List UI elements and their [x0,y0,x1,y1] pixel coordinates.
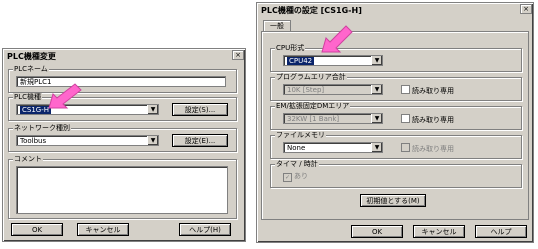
readonly-checkbox-1[interactable]: 読み取り専用 [401,85,454,96]
cpu-type-group: CPU形式 CPU42 ▼ [270,44,522,72]
network-type-label: ネットワーク種別 [13,124,71,133]
help-button[interactable]: ヘルプ [475,225,527,238]
file-memory-select[interactable]: None ▼ [283,142,383,153]
timer-clock-group: タイマ / 時計 ✓ あり [270,160,522,188]
cpu-type-label: CPU形式 [275,44,306,53]
plc-model-settings-dialog: PLC機種の設定 [CS1G-H] × 一般 CPU形式 CPU42 ▼ プログ… [256,2,534,243]
chevron-down-icon[interactable]: ▼ [371,56,382,65]
cancel-button[interactable]: キャンセル [413,225,465,238]
help-button[interactable]: ヘルプ(H) [179,223,231,236]
timer-clock-label: タイマ / 時計 [275,160,319,169]
chevron-down-icon[interactable]: ▼ [371,143,382,152]
em-area-group: EM/拡張固定DMエリア 32KW [1 Bank] ▼ 読み取り専用 [270,102,522,130]
chevron-down-icon[interactable]: ▼ [147,105,158,114]
pointer-arrow-icon [321,25,353,53]
network-type-select[interactable]: Toolbus ▼ [16,135,159,146]
em-area-select[interactable]: 32KW [1 Bank] ▼ [283,113,383,124]
close-icon[interactable]: × [520,4,532,14]
ok-button[interactable]: OK [351,225,403,238]
initialize-button[interactable]: 初期値とする(M) [360,194,426,207]
comment-label: コメント [13,155,43,164]
dialog-title: PLC機種の設定 [CS1G-H] [259,5,531,16]
program-area-select[interactable]: 10K [Step] ▼ [283,84,383,95]
dialog-title: PLC機種変更 [5,51,243,62]
comment-textarea[interactable] [16,166,228,214]
plc-model-label: PLC機種 [13,93,43,102]
program-area-label: プログラムエリア合計 [275,73,347,82]
close-icon[interactable]: × [232,50,244,60]
comment-group: コメント [8,155,237,219]
readonly-checkbox-3[interactable]: 読み取り専用 [401,143,454,154]
general-tab-panel: CPU形式 CPU42 ▼ プログラムエリア合計 10K [Step] ▼ 読み… [261,31,529,220]
file-memory-group: ファイルメモリ None ▼ 読み取り専用 [270,131,522,159]
chevron-down-icon[interactable]: ▼ [147,136,158,145]
cpu-type-select[interactable]: CPU42 ▼ [283,55,383,66]
plc-model-select[interactable]: CS1G-H ▼ [16,104,159,115]
chevron-down-icon[interactable]: ▼ [371,114,382,123]
network-type-group: ネットワーク種別 Toolbus ▼ 設定(E)... [8,124,237,152]
program-area-group: プログラムエリア合計 10K [Step] ▼ 読み取り専用 [270,73,522,101]
plc-name-label: PLCネーム [13,65,49,74]
timer-present-checkbox[interactable]: ✓ あり [283,172,308,182]
em-area-label: EM/拡張固定DMエリア [275,102,351,111]
plc-model-group: PLC機種 CS1G-H ▼ 設定(S)... [8,93,237,121]
settings-s-button[interactable]: 設定(S)... [172,103,228,116]
chevron-down-icon[interactable]: ▼ [371,85,382,94]
pointer-arrow-icon [48,83,82,109]
plc-name-group: PLCネーム 新規PLC1 [8,65,237,93]
plc-model-change-dialog: PLC機種変更 × PLCネーム 新規PLC1 PLC機種 CS1G-H ▼ 設… [2,48,246,242]
readonly-checkbox-2[interactable]: 読み取り専用 [401,114,454,125]
ok-button[interactable]: OK [11,223,63,236]
file-memory-label: ファイルメモリ [275,131,326,140]
settings-e-button[interactable]: 設定(E)... [172,134,228,147]
cancel-button[interactable]: キャンセル [77,223,129,236]
